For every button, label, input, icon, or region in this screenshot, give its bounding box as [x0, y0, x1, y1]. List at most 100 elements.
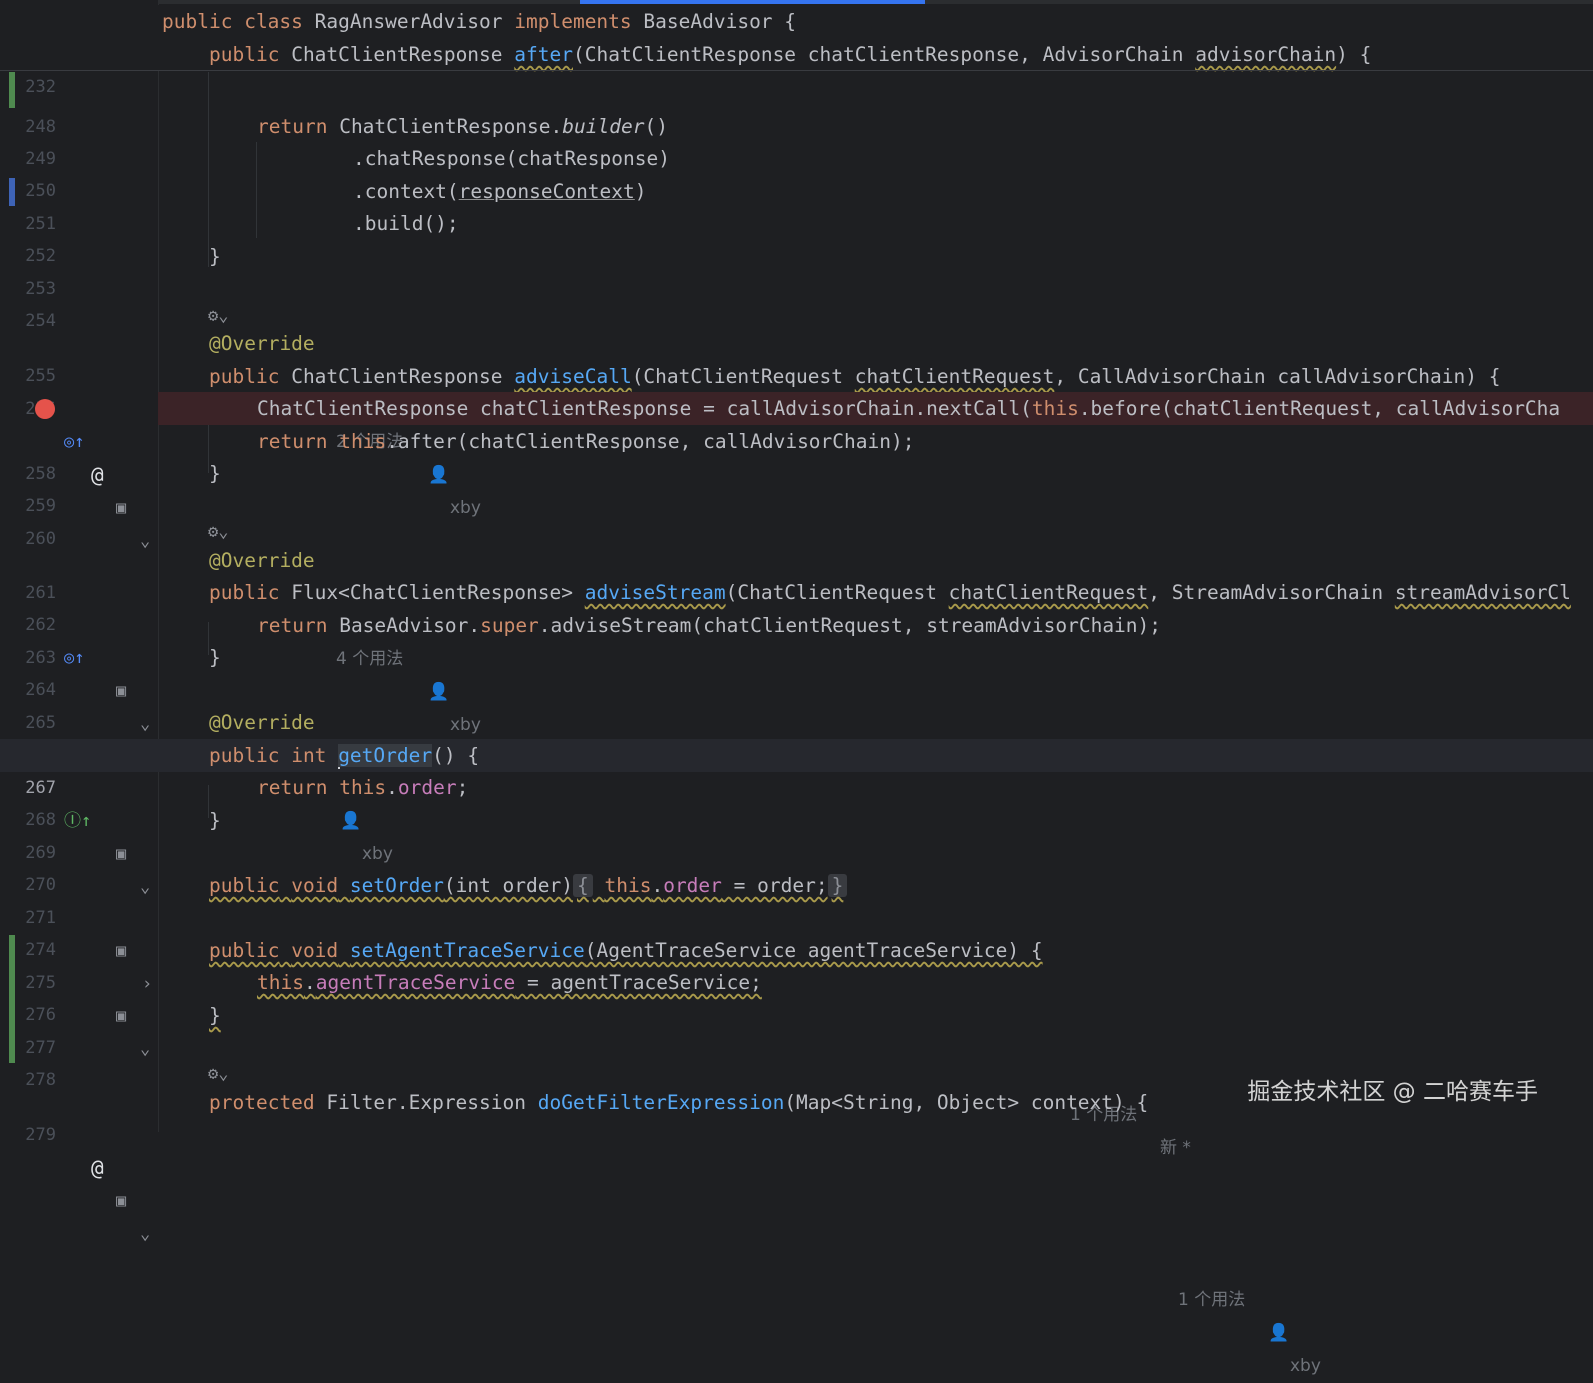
code-text: . [651, 874, 664, 897]
folded-region[interactable]: } [827, 874, 848, 897]
code-line-275[interactable]: 275 ▣ ⌄ public void setAgentTraceService… [0, 934, 1593, 1158]
code-line-259[interactable]: 259 } [0, 457, 1593, 516]
code-line-262[interactable]: 262 ◎↑ ▣ ⌄ public Flux<ChatClientRespons… [0, 576, 1593, 734]
brace: } [209, 462, 221, 485]
sticky-separator [0, 70, 1593, 71]
variable-name: responseContext [458, 180, 635, 203]
keyword: public [209, 581, 280, 604]
code-line-249[interactable]: 249 return ChatClientResponse.builder() [0, 110, 1593, 169]
code-line-277[interactable]: 277 } [0, 999, 1593, 1058]
brace: } [209, 245, 221, 268]
code-line-270[interactable]: 270 [0, 836, 1593, 895]
code-line-251[interactable]: 251 .context(responseContext) [0, 175, 1593, 234]
annotation: @Override [209, 549, 315, 572]
code-line-263[interactable]: 263 return BaseAdvisor.super.adviseStrea… [0, 609, 1593, 668]
code-line-278[interactable]: 278 [0, 1031, 1593, 1090]
breakpoint-icon[interactable] [35, 399, 55, 419]
keyword: public [209, 365, 280, 388]
code-line-269[interactable]: 269 } [0, 804, 1593, 863]
type-name: BaseAdvisor [643, 10, 773, 33]
code-text: = order; [721, 874, 828, 897]
code-line-252[interactable]: 252 .build(); [0, 207, 1593, 266]
sticky-line-232[interactable]: 232 public ChatClientResponse after(Chat… [0, 38, 1593, 97]
keyword: return [257, 430, 328, 453]
keyword: super [480, 614, 539, 637]
code-line-255[interactable]: 255 @Override 2 个用法 👤 xby [0, 327, 1593, 518]
code-line-261[interactable]: 261 @Override 4 个用法 👤 xby [0, 544, 1593, 735]
code-text: ; [456, 776, 469, 799]
code-text: .adviseStream(chatClientRequest, streamA… [538, 614, 1162, 637]
code-text: ChatClientResponse. [339, 115, 563, 138]
watermark: 掘金技术社区 @ 二哈赛车手 [1247, 1079, 1538, 1105]
code-text: .before(chatClientRequest, callAdvisorCh… [1078, 397, 1561, 420]
keyword: return [257, 614, 328, 637]
params: (ChatClientResponse chatClientResponse, … [572, 43, 1196, 66]
new-tag-hint[interactable]: 新 * [1160, 1132, 1191, 1165]
brace: { [576, 874, 589, 897]
keyword: return [257, 115, 328, 138]
field-name: order [663, 874, 722, 897]
sticky-line-36[interactable]: 36 public class RagAnswerAdvisor impleme… [0, 5, 1593, 64]
params: , CallAdvisorChain callAdvisorChain) { [1054, 365, 1501, 388]
code-line-271[interactable]: 271 ▣ › public void setOrder(int order){… [0, 869, 1593, 994]
field-name: order [397, 776, 457, 799]
chevron-down-icon[interactable]: ⌄ [140, 1218, 150, 1251]
method-name: after [514, 43, 573, 66]
keyword: void [291, 874, 339, 897]
params: (ChatClientRequest [725, 581, 949, 604]
code-text: .chatResponse(chatResponse) [353, 147, 670, 170]
code-line-248[interactable]: 248 [0, 78, 1593, 137]
code-line-258[interactable]: 258 return this.after(chatClientResponse… [0, 425, 1593, 484]
line-number: 279 [25, 1125, 56, 1145]
code-line-253[interactable]: 253 } [0, 240, 1593, 299]
keyword: this [1031, 397, 1079, 420]
params: (ChatClientRequest [631, 365, 855, 388]
method-name: adviseStream [584, 581, 726, 604]
code-line-254[interactable]: 254 [0, 272, 1593, 331]
brace: } [209, 1004, 221, 1027]
keyword: implements [514, 10, 632, 33]
usages-hint[interactable]: 1 个用法 [1178, 1284, 1245, 1317]
code-text: . [303, 971, 316, 994]
keyword: public [209, 744, 280, 767]
code-line-256[interactable]: 256 ◎↑ @ ▣ ⌄ public ChatClientResponse a… [0, 360, 1593, 551]
active-tab-indicator [580, 0, 925, 4]
keyword: void [291, 939, 339, 962]
breakpoint-line[interactable]: ChatClientResponse chatClientResponse = … [158, 392, 1593, 425]
code-line-260[interactable]: 260 [0, 490, 1593, 549]
keyword: class [244, 10, 303, 33]
brace: } [209, 809, 221, 832]
param-name: chatClientRequest [948, 581, 1149, 604]
method-name: setOrder [349, 874, 444, 897]
code-line-276[interactable]: 276 this.agentTraceService = agentTraceS… [0, 966, 1593, 1025]
code-line-268[interactable]: 268 return this.order; [0, 771, 1593, 830]
code-line-267[interactable]: 267 Ⓘ↑ ▣ ⌄ public int getOrder() { [0, 739, 1593, 897]
params: (AgentTraceService agentTraceService) { [584, 939, 1043, 962]
code-text: = agentTraceService; [515, 971, 762, 994]
keyword: public [209, 874, 280, 897]
keyword: public [162, 10, 233, 33]
author-hint[interactable]: xby [1290, 1350, 1321, 1383]
keyword: int [291, 744, 327, 767]
keyword: return [257, 776, 328, 799]
params: (Map<String, Object> context) { [784, 1091, 1149, 1114]
method-name: builder [562, 115, 645, 138]
code-line-250[interactable]: 250 .chatResponse(chatResponse) [0, 142, 1593, 201]
param-name: chatClientRequest [854, 365, 1055, 388]
keyword: this [339, 430, 387, 453]
keyword: this [604, 874, 652, 897]
annotation-at-icon[interactable]: @ [91, 1152, 104, 1185]
keyword: this [339, 776, 387, 799]
code-line-266[interactable]: 266 @Override 👤 xby [0, 706, 1593, 864]
method-name: adviseCall [514, 365, 632, 388]
class-name: RagAnswerAdvisor [314, 10, 503, 33]
code-line-265[interactable]: 265 [0, 674, 1593, 733]
code-line-274[interactable]: 274 [0, 901, 1593, 960]
brace: } [831, 874, 844, 897]
folded-code-icon[interactable]: ▣ [116, 1185, 126, 1218]
method-name: getOrder [338, 744, 433, 767]
param-name: advisorChain [1195, 43, 1337, 66]
code-line-264[interactable]: 264 } [0, 641, 1593, 700]
folded-region[interactable]: { [572, 874, 593, 897]
type-name: Filter.Expression [326, 1091, 527, 1114]
